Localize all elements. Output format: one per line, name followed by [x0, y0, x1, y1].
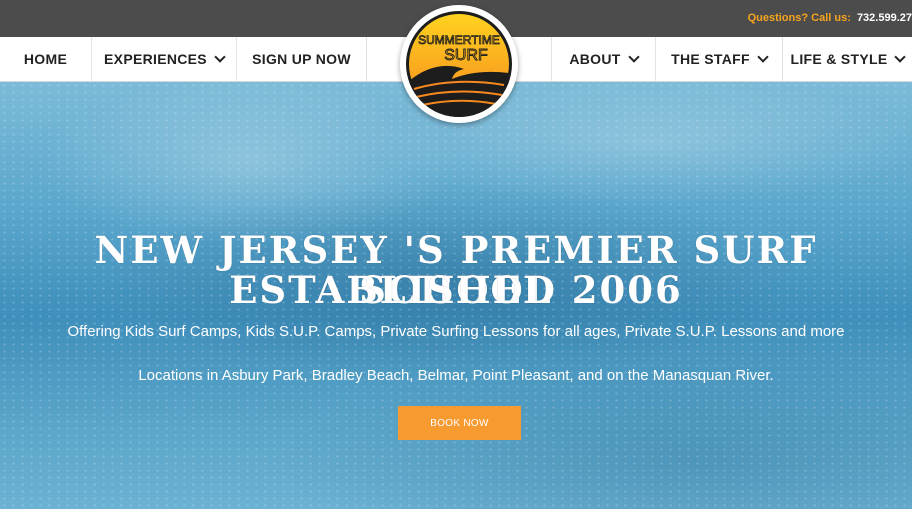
nav-life-label: LIFE & STYLE	[790, 51, 888, 67]
nav-home-label: HOME	[23, 51, 68, 67]
nav-about-label: ABOUT	[569, 51, 621, 67]
logo-badge: SUMMERTIME SURF	[406, 11, 512, 117]
nav-about[interactable]: ABOUT	[551, 37, 655, 81]
contact-question: Questions? Call us:	[747, 12, 851, 24]
hero-offerings: Offering Kids Surf Camps, Kids S.U.P. Ca…	[67, 323, 845, 340]
chevron-down-icon	[894, 51, 907, 63]
nav-life-style[interactable]: LIFE & STYLE	[782, 37, 912, 81]
nav-signup-label: SIGN UP NOW	[252, 51, 351, 67]
contact-info: Questions? Call us: 732.599.27	[748, 12, 912, 24]
hero-headline-established: ESTABLISHED 2006	[229, 268, 683, 312]
chevron-down-icon	[757, 51, 769, 63]
chevron-down-icon	[627, 51, 640, 63]
book-now-button[interactable]: BOOK NOW	[398, 406, 521, 440]
nav-home[interactable]: HOME	[0, 37, 92, 81]
nav-experiences-label: EXPERIENCES	[104, 51, 207, 67]
logo-text-summertime: SUMMERTIME	[418, 33, 500, 47]
hero-locations: Locations in Asbury Park, Bradley Beach,…	[138, 367, 774, 384]
nav-staff-label: THE STAFF	[671, 51, 750, 67]
logo-text-surf: SURF	[444, 47, 488, 64]
logo-graphic: SUMMERTIME SURF	[409, 14, 509, 117]
nav-the-staff[interactable]: THE STAFF	[655, 37, 782, 81]
chevron-down-icon	[214, 51, 226, 63]
phone-number[interactable]: 732.599.27	[857, 12, 912, 24]
summertime-surf-logo[interactable]: SUMMERTIME SURF	[400, 5, 518, 123]
nav-experiences[interactable]: EXPERIENCES	[92, 37, 237, 81]
nav-sign-up[interactable]: SIGN UP NOW	[237, 37, 367, 81]
